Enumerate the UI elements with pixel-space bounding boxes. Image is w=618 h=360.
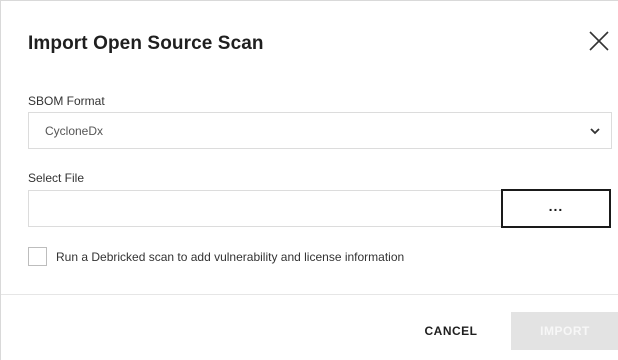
- sbom-format-select[interactable]: CycloneDx: [28, 112, 612, 149]
- sbom-format-value: CycloneDx: [45, 124, 104, 138]
- cancel-button[interactable]: CANCEL: [406, 313, 496, 349]
- chevron-down-icon: [590, 128, 600, 135]
- sbom-format-label: SBOM Format: [28, 94, 105, 108]
- import-dialog: Import Open Source Scan SBOM Format Cycl…: [0, 0, 618, 360]
- select-file-label: Select File: [28, 171, 85, 185]
- import-button[interactable]: IMPORT: [511, 312, 618, 350]
- browse-file-button[interactable]: ...: [501, 189, 611, 228]
- close-button[interactable]: [587, 29, 611, 53]
- dialog-title: Import Open Source Scan: [28, 33, 264, 54]
- footer-divider: [1, 294, 618, 295]
- debricked-scan-label[interactable]: Run a Debricked scan to add vulnerabilit…: [56, 250, 404, 264]
- debricked-scan-checkbox[interactable]: [28, 247, 47, 266]
- file-path-input[interactable]: [28, 190, 502, 227]
- close-icon[interactable]: [587, 29, 611, 53]
